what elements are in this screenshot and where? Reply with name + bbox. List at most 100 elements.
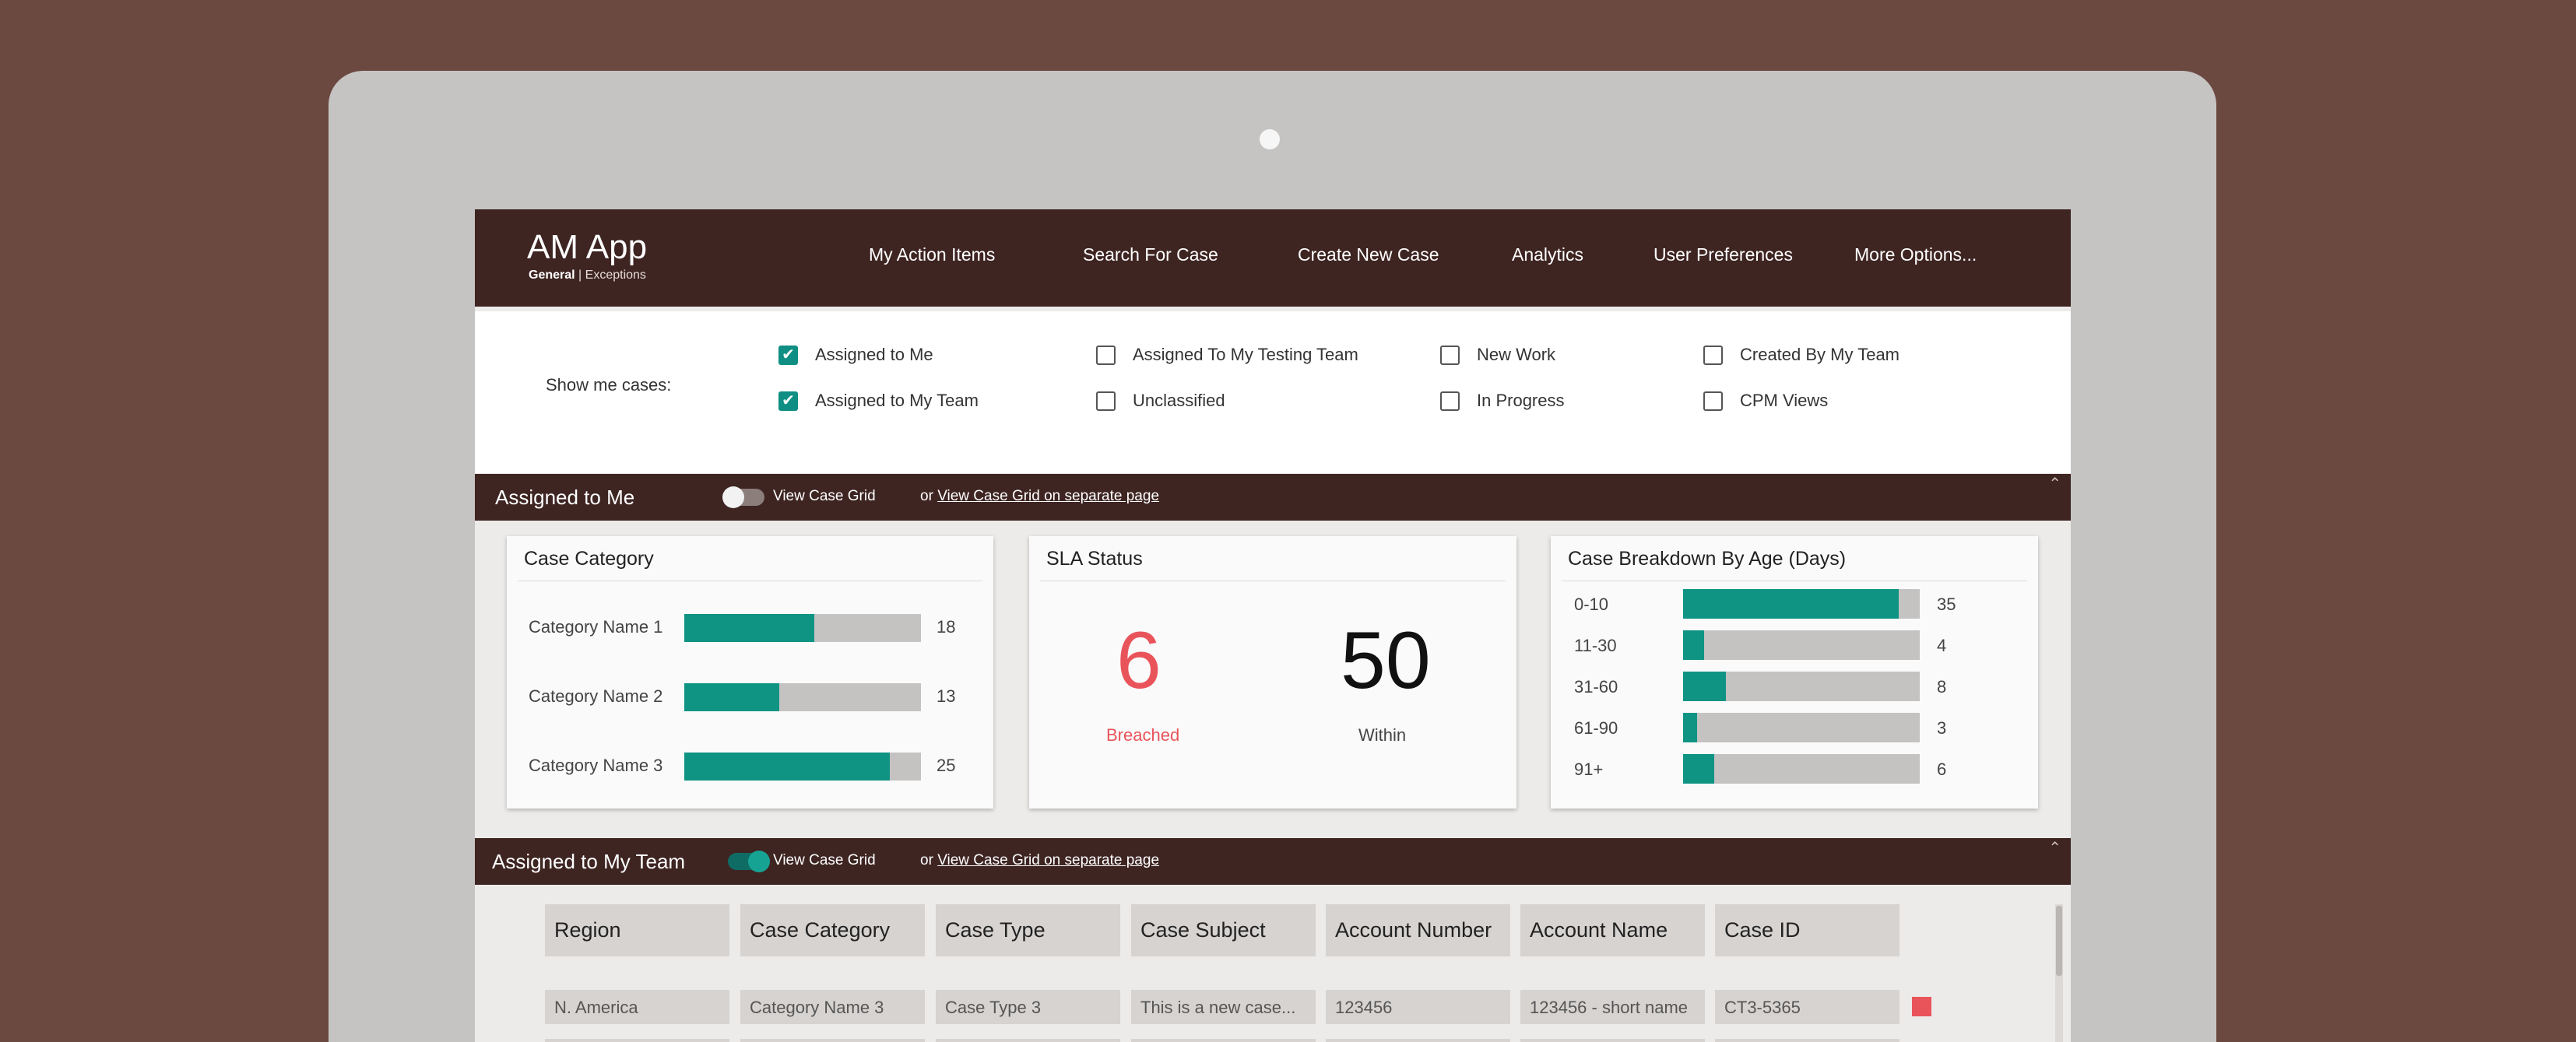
checkbox-assigned-to-me[interactable]: ✔ Assigned to Me <box>778 345 933 365</box>
checkbox-created-by-my-team[interactable]: Created By My Team <box>1703 345 1899 365</box>
app-subtitle: General | Exceptions <box>529 268 646 282</box>
app-subtitle-rest[interactable]: | Exceptions <box>578 268 646 282</box>
age-label: 31-60 <box>1574 677 1618 696</box>
checkbox-box[interactable] <box>1440 345 1460 365</box>
category-count: 13 <box>937 686 956 706</box>
checkbox-in-progress[interactable]: In Progress <box>1440 391 1565 411</box>
case-filters: Show me cases: ✔ Assigned to Me ✔ Assign… <box>475 311 2071 473</box>
age-bar <box>1683 630 1920 660</box>
grid-scroll-thumb[interactable] <box>2056 906 2062 976</box>
filter-label: Show me cases: <box>546 375 672 395</box>
age-label: 11-30 <box>1574 636 1617 655</box>
toggle-knob <box>722 486 744 508</box>
toggle-label: View Case Grid <box>773 488 876 504</box>
nav-search-for-case[interactable]: Search For Case <box>1083 244 1218 265</box>
checkbox-box[interactable] <box>1096 345 1116 365</box>
cell-account-name[interactable]: 123456 - short name <box>1520 990 1705 1024</box>
category-bar-fill <box>684 614 815 642</box>
cell-case-subject[interactable]: This is a new case... <box>1131 990 1316 1024</box>
category-label: Category Name 2 <box>529 686 663 706</box>
checkbox-new-work[interactable]: New Work <box>1440 345 1555 365</box>
column-header-case-type[interactable]: Case Type <box>936 904 1120 956</box>
or-word: or <box>920 488 933 504</box>
checkbox-box[interactable]: ✔ <box>778 345 798 365</box>
sla-within-count: 50 <box>1341 616 1431 706</box>
cell-region[interactable]: N. America <box>545 990 729 1024</box>
checkbox-box[interactable]: ✔ <box>778 391 798 411</box>
breach-status-indicator <box>1912 997 1931 1016</box>
toggle-label: View Case Grid <box>773 852 876 868</box>
card-title: Case Category <box>524 548 654 570</box>
checkbox-label: Assigned to My Team <box>815 391 979 410</box>
checkbox-assigned-to-my-team[interactable]: ✔ Assigned to My Team <box>778 391 979 411</box>
checkbox-label: CPM Views <box>1740 391 1829 410</box>
age-count: 8 <box>1937 677 1947 696</box>
next-row-cell <box>1520 1039 1705 1042</box>
column-header-region[interactable]: Region <box>545 904 729 956</box>
column-header-case-category[interactable]: Case Category <box>740 904 925 956</box>
cell-case-type[interactable]: Case Type 3 <box>936 990 1120 1024</box>
toggle-knob <box>748 851 770 872</box>
collapse-chevron-icon[interactable]: ⌃ <box>2048 838 2061 858</box>
cell-case-category[interactable]: Category Name 3 <box>740 990 925 1024</box>
checkbox-label: Unclassified <box>1133 391 1225 410</box>
nav-analytics[interactable]: Analytics <box>1512 244 1583 265</box>
category-label: Category Name 3 <box>529 756 663 775</box>
column-header-case-subject[interactable]: Case Subject <box>1131 904 1316 956</box>
next-row-cell <box>1715 1039 1899 1042</box>
checkbox-box[interactable] <box>1440 391 1460 411</box>
view-case-grid-toggle[interactable] <box>722 486 764 508</box>
age-bar-fill <box>1683 672 1726 701</box>
next-row-cell <box>936 1039 1120 1042</box>
age-bar-fill <box>1683 713 1698 742</box>
card-case-age-breakdown: Case Breakdown By Age (Days) 0-10 35 11-… <box>1551 536 2038 809</box>
category-count: 25 <box>937 756 956 775</box>
age-bar <box>1683 672 1920 701</box>
category-count: 18 <box>937 617 956 637</box>
category-bar-fill <box>684 753 891 781</box>
collapse-chevron-icon[interactable]: ⌃ <box>2048 474 2061 493</box>
checkbox-label: Assigned to Me <box>815 345 933 364</box>
column-header-case-id[interactable]: Case ID <box>1715 904 1899 956</box>
category-bar-fill <box>684 683 779 711</box>
checkbox-label: In Progress <box>1477 391 1565 410</box>
section-title: Assigned to My Team <box>492 850 686 873</box>
or-link-text: or View Case Grid on separate page <box>920 488 1159 505</box>
column-header-account-number[interactable]: Account Number <box>1326 904 1510 956</box>
sla-breached-count: 6 <box>1116 616 1161 706</box>
checkbox-box[interactable] <box>1703 391 1723 411</box>
or-word: or <box>920 852 933 868</box>
view-case-grid-toggle[interactable] <box>728 851 770 872</box>
view-case-grid-separate-link[interactable]: View Case Grid on separate page <box>937 852 1159 868</box>
next-row-cell <box>1131 1039 1316 1042</box>
nav-user-preferences[interactable]: User Preferences <box>1653 244 1793 265</box>
app-subtitle-active[interactable]: General <box>529 268 575 282</box>
app-header: AM App General | Exceptions My Action It… <box>475 209 2071 307</box>
next-row-cell <box>740 1039 925 1042</box>
checkbox-cpm-views[interactable]: CPM Views <box>1703 391 1828 411</box>
age-bar <box>1683 754 1920 784</box>
card-case-category: Case Category Category Name 1 18 Categor… <box>507 536 993 809</box>
cell-case-id[interactable]: CT3-5365 <box>1715 990 1899 1024</box>
view-case-grid-separate-link[interactable]: View Case Grid on separate page <box>937 488 1159 504</box>
age-bar-fill <box>1683 589 1899 619</box>
section-assigned-to-me: Assigned to Me View Case Grid or View Ca… <box>475 474 2071 521</box>
checkbox-assigned-to-my-testing-team[interactable]: Assigned To My Testing Team <box>1096 345 1358 365</box>
age-count: 6 <box>1937 760 1947 779</box>
checkbox-box[interactable] <box>1096 391 1116 411</box>
age-label: 0-10 <box>1574 595 1609 614</box>
sla-breached-label: Breached <box>1106 725 1180 745</box>
column-header-account-name[interactable]: Account Name <box>1520 904 1705 956</box>
nav-my-action-items[interactable]: My Action Items <box>869 244 995 265</box>
age-bar <box>1683 589 1920 619</box>
camera-dot <box>1260 129 1280 149</box>
checkbox-box[interactable] <box>1703 345 1723 365</box>
age-count: 35 <box>1937 595 1956 614</box>
nav-more-options[interactable]: More Options... <box>1854 244 1977 265</box>
cell-account-number[interactable]: 123456 <box>1326 990 1510 1024</box>
checkbox-unclassified[interactable]: Unclassified <box>1096 391 1225 411</box>
nav-create-new-case[interactable]: Create New Case <box>1298 244 1439 265</box>
card-title: Case Breakdown By Age (Days) <box>1568 548 1847 570</box>
checkbox-label: Created By My Team <box>1740 345 1900 364</box>
section-title: Assigned to Me <box>495 486 635 509</box>
